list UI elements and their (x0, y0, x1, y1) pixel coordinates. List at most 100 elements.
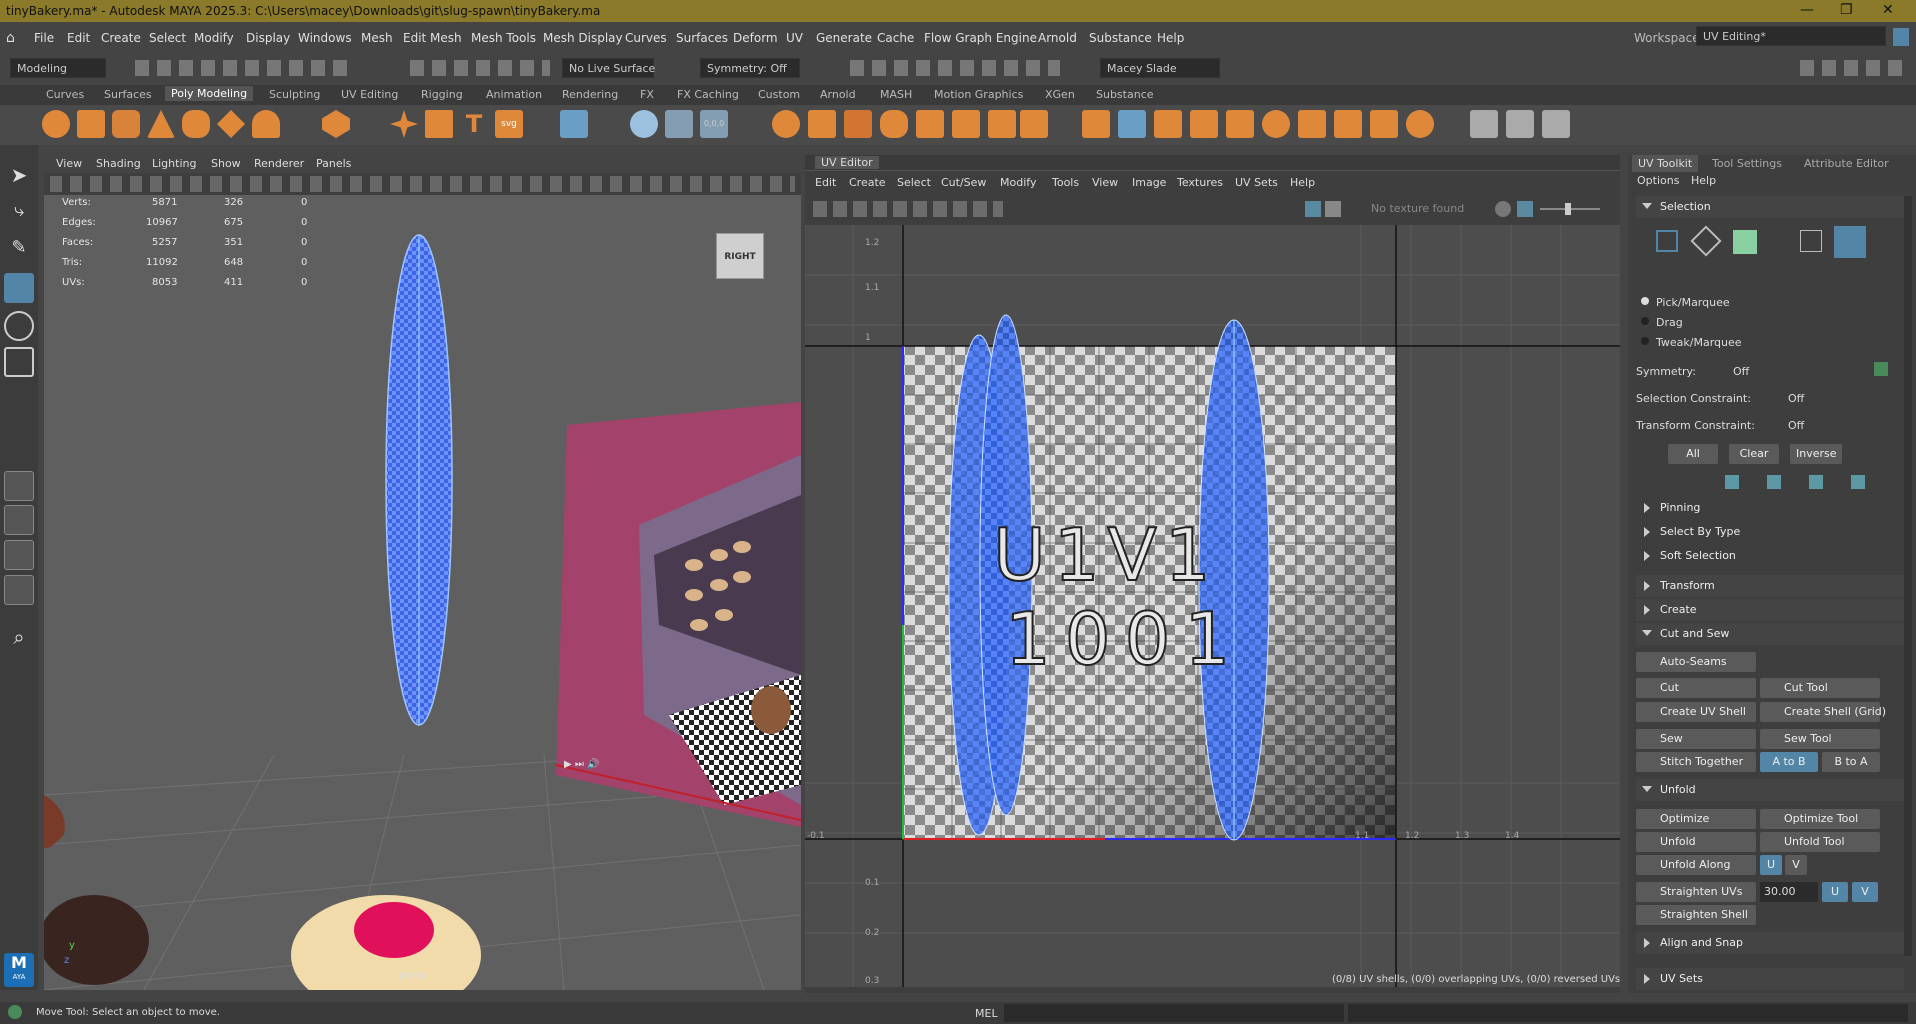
poly-torus-icon[interactable] (182, 110, 210, 138)
menu-cache[interactable]: Cache (877, 31, 914, 45)
grid-toggle-icon[interactable] (1325, 201, 1341, 217)
sweep-mesh-icon[interactable] (425, 110, 453, 138)
menu-set-dropdown[interactable]: Modeling (10, 58, 106, 78)
mirror-icon[interactable] (988, 110, 1016, 138)
menu-flow-graph-engine[interactable]: Flow Graph Engine (924, 31, 1037, 45)
shelf-tab-motion-graphics[interactable]: Motion Graphics (934, 88, 1023, 101)
rgb-channel-icon[interactable] (1495, 201, 1511, 217)
poly-plane-icon[interactable] (217, 110, 245, 138)
section-create[interactable]: Create (1636, 599, 1904, 621)
mel-command-input[interactable] (1004, 1004, 1344, 1022)
maximize-icon[interactable]: ❐ (1840, 2, 1853, 18)
section-pinning[interactable]: Pinning (1636, 497, 1904, 519)
platonic-solid-icon[interactable] (322, 110, 350, 138)
stitch-together-button[interactable]: Stitch Together (1636, 752, 1756, 772)
menu-windows[interactable]: Windows (298, 31, 352, 45)
face-mode-icon[interactable] (1733, 230, 1757, 254)
close-icon[interactable]: ✕ (1882, 2, 1894, 18)
append-icon[interactable] (1190, 110, 1218, 138)
bevel-icon[interactable] (1154, 110, 1182, 138)
move-tool-icon[interactable] (4, 273, 34, 303)
vp-menu-shading[interactable]: Shading (96, 157, 141, 170)
section-cut-and-sew[interactable]: Cut and Sew (1636, 623, 1904, 645)
menu-curves[interactable]: Curves (625, 31, 667, 45)
radio-tweak-marquee[interactable] (1641, 337, 1649, 345)
uv-mode-icon[interactable] (1800, 230, 1822, 252)
delete-history-icon[interactable] (665, 110, 693, 138)
symmetry-value[interactable]: Off (1733, 365, 1749, 378)
super-shape-icon[interactable] (390, 110, 418, 138)
edge-loop-icon[interactable] (1506, 110, 1534, 138)
poke-icon[interactable] (1406, 110, 1434, 138)
collapse-icon[interactable] (1334, 110, 1362, 138)
menu-arnold[interactable]: Arnold (1038, 31, 1077, 45)
shelf-tab-mash[interactable]: MASH (880, 88, 912, 101)
select-all-button[interactable]: All (1668, 444, 1718, 464)
tab-attribute-editor[interactable]: Attribute Editor (1804, 157, 1889, 170)
panel-toggle-icons[interactable] (1800, 60, 1910, 76)
vp-menu-view[interactable]: View (56, 157, 82, 170)
sew-tool-button[interactable]: Sew Tool (1760, 729, 1880, 749)
view-cube[interactable]: RIGHT (716, 233, 764, 279)
boolean-icon[interactable] (880, 110, 908, 138)
unfold-button[interactable]: Unfold (1636, 832, 1756, 852)
cut-button[interactable]: Cut (1636, 678, 1756, 698)
shelf-tab-xgen[interactable]: XGen (1045, 88, 1075, 101)
menu-substance[interactable]: Substance (1089, 31, 1152, 45)
uv-menu-edit[interactable]: Edit (815, 176, 836, 189)
vp-menu-panels[interactable]: Panels (316, 157, 351, 170)
section-uv-sets[interactable]: UV Sets (1636, 968, 1904, 990)
scale-tool-icon[interactable] (4, 347, 34, 377)
transform-constraint-value[interactable]: Off (1788, 419, 1804, 432)
menu-edit-mesh[interactable]: Edit Mesh (403, 31, 462, 45)
user-account-dropdown[interactable]: Macey Slade (1100, 58, 1220, 78)
menu-help[interactable]: Help (1157, 31, 1184, 45)
side-by-side-layout-icon[interactable] (4, 540, 34, 570)
shelf-tab-rendering[interactable]: Rendering (562, 88, 618, 101)
slide-edge-icon[interactable] (1542, 110, 1570, 138)
outliner-layout-icon[interactable] (4, 575, 34, 605)
grow-shrink-icons[interactable] (1725, 475, 1875, 489)
shelf-tab-fx-caching[interactable]: FX Caching (677, 88, 739, 101)
poly-sphere-icon[interactable] (42, 110, 70, 138)
straighten-v-toggle[interactable]: V (1852, 882, 1878, 902)
shelf-tab-fx[interactable]: FX (640, 88, 654, 101)
vp-menu-show[interactable]: Show (211, 157, 241, 170)
toolkit-menu-help[interactable]: Help (1691, 174, 1716, 187)
section-align-and-snap[interactable]: Align and Snap (1636, 932, 1904, 954)
unfold-v-toggle[interactable]: V (1785, 855, 1807, 875)
combine-icon[interactable] (772, 110, 800, 138)
extract-icon[interactable] (844, 110, 872, 138)
vertex-mode-icon[interactable] (1656, 230, 1678, 252)
shelf-tab-rigging[interactable]: Rigging (421, 88, 463, 101)
render-tools-icons[interactable] (850, 60, 1060, 76)
merge-icon[interactable] (1298, 110, 1326, 138)
menu-generate[interactable]: Generate (816, 31, 872, 45)
uv-menu-tools[interactable]: Tools (1052, 176, 1079, 189)
single-view-layout-icon[interactable] (4, 471, 34, 501)
section-unfold[interactable]: Unfold (1636, 779, 1904, 801)
shelf-tab-substance[interactable]: Substance (1096, 88, 1154, 101)
section-transform[interactable]: Transform (1636, 575, 1904, 597)
file-tools-icons[interactable] (135, 60, 355, 76)
shelf-tab-uv-editing[interactable]: UV Editing (341, 88, 398, 101)
uv-menu-uv-sets[interactable]: UV Sets (1235, 176, 1278, 189)
poly-cube-icon[interactable] (77, 110, 105, 138)
unfold-along-button[interactable]: Unfold Along (1636, 855, 1756, 875)
unfold-tool-button[interactable]: Unfold Tool (1760, 832, 1880, 852)
shelf-tab-surfaces[interactable]: Surfaces (104, 88, 152, 101)
uv-editor-shelf-icon[interactable] (560, 110, 588, 138)
smooth-icon[interactable] (916, 110, 944, 138)
select-inverse-button[interactable]: Inverse (1790, 444, 1842, 464)
fill-hole-icon[interactable] (1226, 110, 1254, 138)
toolkit-menu-options[interactable]: Options (1637, 174, 1679, 187)
create-shell-grid-button[interactable]: Create Shell (Grid) (1760, 702, 1886, 722)
menu-deform[interactable]: Deform (733, 31, 778, 45)
live-surface-field[interactable]: No Live Surface (562, 58, 655, 78)
select-clear-button[interactable]: Clear (1729, 444, 1779, 464)
menu-modify[interactable]: Modify (194, 31, 234, 45)
poly-disc-icon[interactable] (252, 110, 280, 138)
uv-menu-cut-sew[interactable]: Cut/Sew (941, 176, 986, 189)
section-select-by-type[interactable]: Select By Type (1636, 521, 1904, 543)
toolkit-scrollbar[interactable] (1904, 196, 1912, 956)
